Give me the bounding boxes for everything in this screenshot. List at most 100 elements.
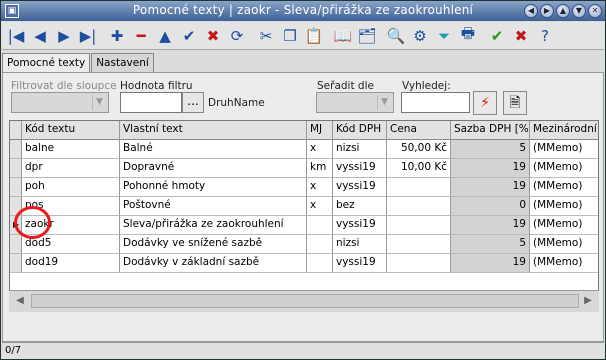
last-record-icon[interactable]: ▶|	[77, 25, 99, 47]
table-cell[interactable]: (MMemo)	[530, 197, 598, 216]
first-record-icon[interactable]: |◀	[5, 25, 27, 47]
book-icon[interactable]: 📖	[332, 25, 354, 47]
search-input[interactable]	[401, 92, 470, 113]
table-cell[interactable]: x	[307, 140, 333, 159]
table-cell[interactable]	[387, 197, 451, 216]
table-cell[interactable]: (MMemo)	[530, 254, 598, 273]
copy-icon[interactable]: ❐	[279, 25, 301, 47]
table-cell[interactable]: (MMemo)	[530, 178, 598, 197]
minimize-icon[interactable]: ▼	[572, 4, 586, 18]
title-right-icon[interactable]: ▶	[540, 4, 554, 18]
window-close-icon[interactable]: ✕	[588, 4, 602, 18]
edit-icon[interactable]: ▲	[154, 25, 176, 47]
table-cell[interactable]: 5	[451, 235, 530, 254]
table-cell[interactable]	[10, 159, 22, 178]
table-cell[interactable]	[10, 235, 22, 254]
title-bar[interactable]: ▣ Pomocné texty | zaokr - Sleva/přirážka…	[1, 1, 605, 21]
table-cell[interactable]: km	[307, 159, 333, 178]
add-icon[interactable]: ✚	[106, 25, 128, 47]
column-header[interactable]: Kód DPH	[333, 121, 387, 140]
table-cell[interactable]: x	[307, 178, 333, 197]
table-cell[interactable]	[307, 235, 333, 254]
filter-column-select[interactable]: ▼	[11, 92, 109, 113]
tab-pomocne-texty[interactable]: Pomocné texty	[2, 53, 91, 74]
table-cell[interactable]: Dodávky v základní sazbě	[120, 254, 307, 273]
table-cell[interactable]: nizsi	[333, 235, 387, 254]
column-header[interactable]: MJ	[307, 121, 333, 140]
table-cell[interactable]: dpr	[22, 159, 120, 178]
cut-icon[interactable]: ✂	[255, 25, 277, 47]
next-record-icon[interactable]: ▶	[53, 25, 75, 47]
table-cell[interactable]: Dodávky ve snížené sazbě	[120, 235, 307, 254]
tab-nastaveni[interactable]: Nastavení	[91, 53, 154, 72]
table-cell[interactable]: vyssi19	[333, 159, 387, 178]
table-cell[interactable]	[307, 216, 333, 235]
table-row[interactable]: ▶ zaokr Sleva/přirážka ze zaokrouhlení vyss…	[10, 216, 598, 235]
search-icon[interactable]: 🔍	[385, 25, 407, 47]
table-cell[interactable]	[10, 140, 22, 159]
table-row[interactable]: dpr Dopravné km vyssi19 10,00 Kč 19 (MMemo)	[10, 159, 598, 178]
table-cell[interactable]: Pohonné hmoty	[120, 178, 307, 197]
close-icon[interactable]: ✖	[510, 25, 532, 47]
table-cell[interactable]: Balné	[120, 140, 307, 159]
table-cell[interactable]: (MMemo)	[530, 159, 598, 178]
table-cell[interactable]	[387, 216, 451, 235]
table-row[interactable]: dod19 Dodávky v základní sazbě vyssi19 19 (M…	[10, 254, 598, 273]
column-header[interactable]: Vlastní text	[120, 121, 307, 140]
lightning-icon[interactable]: ⚡	[473, 91, 497, 115]
previous-record-icon[interactable]: ◀	[29, 25, 51, 47]
table-row[interactable]: pos Poštovné x bez 0 (MMemo)	[10, 197, 598, 216]
filter-value-input[interactable]	[120, 92, 182, 113]
filter-browse-button[interactable]: ...	[182, 92, 204, 113]
table-cell[interactable]: vyssi19	[333, 216, 387, 235]
column-header[interactable]: Cena	[387, 121, 451, 140]
horizontal-scrollbar[interactable]: ◀ ▶	[9, 290, 599, 312]
table-cell[interactable]	[387, 178, 451, 197]
table-cell[interactable]: (MMemo)	[530, 140, 598, 159]
table-cell[interactable]: dod19	[22, 254, 120, 273]
scroll-thumb[interactable]	[31, 294, 579, 308]
title-left-icon[interactable]: ◀	[524, 4, 538, 18]
column-header[interactable]: Mezinárodní te	[530, 121, 598, 140]
column-header[interactable]: Sazba DPH [%]	[451, 121, 530, 140]
cancel-icon[interactable]: ✖	[202, 25, 224, 47]
scroll-left-icon[interactable]: ◀	[13, 294, 27, 308]
scroll-right-icon[interactable]: ▶	[581, 294, 595, 308]
table-cell[interactable]: nizsi	[333, 140, 387, 159]
table-cell[interactable]: 19	[451, 254, 530, 273]
help-icon[interactable]: ?	[534, 25, 556, 47]
print-icon[interactable]: 🖶	[457, 24, 479, 47]
table-cell[interactable]: poh	[22, 178, 120, 197]
paste-icon[interactable]: 📋	[303, 25, 325, 47]
sort-select[interactable]: ▼	[316, 92, 394, 113]
table-cell[interactable]: 19	[451, 216, 530, 235]
ok-icon[interactable]: ✔	[486, 25, 508, 47]
find-document-icon[interactable]: 🗎	[503, 91, 527, 115]
column-header[interactable]: Kód textu	[22, 121, 120, 140]
table-cell[interactable]: 19	[451, 178, 530, 197]
refresh-icon[interactable]: ⟳	[226, 25, 248, 47]
delete-icon[interactable]: ━	[130, 25, 152, 47]
table-cell[interactable]: Poštovné	[120, 197, 307, 216]
folder-icon[interactable]: 🗂	[356, 25, 378, 47]
table-row[interactable]: balne Balné x nizsi 50,00 Kč 5 (MMemo)	[10, 140, 598, 159]
table-cell[interactable]: Sleva/přirážka ze zaokrouhlení	[120, 216, 307, 235]
confirm-icon[interactable]: ✔	[178, 25, 200, 47]
settings-icon[interactable]: ⚙	[409, 25, 431, 47]
maximize-icon[interactable]: ▲	[556, 4, 570, 18]
table-cell[interactable]: Dopravné	[120, 159, 307, 178]
table-row[interactable]: dod5 Dodávky ve snížené sazbě nizsi 5 (MMemo…	[10, 235, 598, 254]
table-cell[interactable]: vyssi19	[333, 254, 387, 273]
column-header[interactable]	[10, 121, 22, 140]
table-cell[interactable]: x	[307, 197, 333, 216]
table-row[interactable]: poh Pohonné hmoty x vyssi19 19 (MMemo)	[10, 178, 598, 197]
table-cell[interactable]: (MMemo)	[530, 235, 598, 254]
table-cell[interactable]	[387, 235, 451, 254]
table-cell[interactable]	[10, 254, 22, 273]
table-cell[interactable]: 0	[451, 197, 530, 216]
table-cell[interactable]	[387, 254, 451, 273]
table-cell[interactable]: 5	[451, 140, 530, 159]
table-cell[interactable]: 50,00 Kč	[387, 140, 451, 159]
table-cell[interactable]: vyssi19	[333, 178, 387, 197]
table-cell[interactable]: 19	[451, 159, 530, 178]
